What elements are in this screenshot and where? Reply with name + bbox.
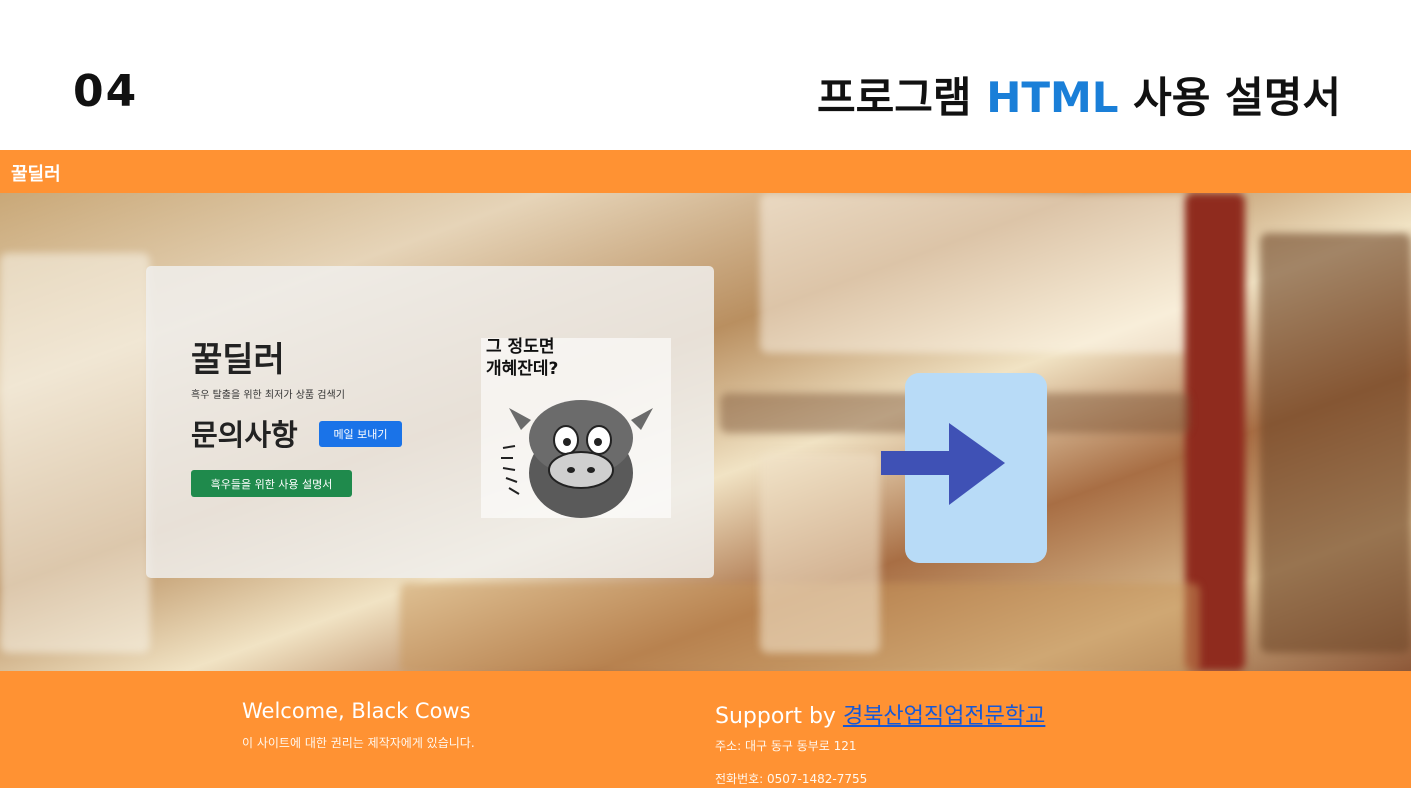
slide-title-suffix: 사용 설명서 — [1133, 73, 1341, 122]
footer-support: Support by 경북산업직업전문학교 — [715, 698, 1045, 730]
slide-title-prefix: 프로그램 — [817, 73, 972, 122]
background-shape — [1260, 233, 1411, 653]
school-link[interactable]: 경북산업직업전문학교 — [843, 704, 1045, 729]
send-mail-button[interactable]: 메일 보내기 — [319, 421, 402, 447]
hero-card: 꿀딜러 흑우 탈출을 위한 최저가 상품 검색기 문의사항 메일 보내기 흑우들… — [146, 266, 714, 578]
card-subtitle: 흑우 탈출을 위한 최저가 상품 검색기 — [191, 390, 345, 401]
card-title: 꿀딜러 — [191, 340, 285, 380]
footer-address: 주소: 대구 동구 동부로 121 — [715, 739, 857, 753]
user-manual-button[interactable]: 흑우들을 위한 사용 설명서 — [191, 470, 352, 497]
navbar-brand[interactable]: 꿀딜러 — [11, 160, 61, 186]
inquiry-title: 문의사항 — [191, 418, 298, 452]
slide-number: 04 — [73, 66, 139, 117]
cow-caption-line: 그 정도면 — [486, 337, 555, 357]
footer-rights: 이 사이트에 대한 권리는 제작자에게 있습니다. — [242, 736, 475, 750]
cow-caption: 그 정도면 개혜잔데? — [486, 336, 558, 380]
slide-title: 프로그램 HTML 사용 설명서 — [817, 64, 1341, 125]
footer-welcome: Welcome, Black Cows — [242, 699, 471, 723]
background-shape — [760, 193, 1190, 353]
footer-phone: 전화번호: 0507-1482-7755 — [715, 772, 868, 786]
background-shape — [0, 253, 150, 653]
footer: Welcome, Black Cows 이 사이트에 대한 권리는 제작자에게 … — [0, 671, 1411, 788]
slide-title-accent: HTML — [986, 73, 1119, 122]
background-shape — [760, 453, 880, 653]
cow-caption-line: 개혜잔데? — [486, 359, 559, 379]
support-prefix: Support by — [715, 704, 836, 729]
right-arrow-icon — [881, 423, 1005, 505]
hero-section: 꿀딜러 흑우 탈출을 위한 최저가 상품 검색기 문의사항 메일 보내기 흑우들… — [0, 193, 1411, 671]
navbar: 꿀딜러 — [0, 150, 1411, 193]
